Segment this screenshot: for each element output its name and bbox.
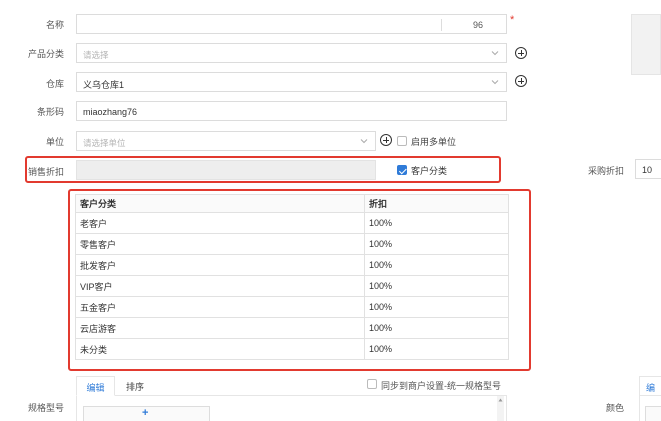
customer-category-cell: 未分类: [75, 338, 365, 360]
discount-cell[interactable]: 100%: [364, 233, 509, 255]
purchase-discount-label: 采购折扣: [588, 166, 625, 176]
tab-sort[interactable]: 排序: [126, 380, 144, 393]
color-edit-panel: [639, 396, 661, 421]
customer-category-checkbox[interactable]: [397, 165, 407, 175]
spec-model-label: 规格型号: [27, 403, 64, 413]
barcode-input[interactable]: miaozhang76: [76, 101, 507, 121]
sync-spec-label: 同步到商户设置-统一规格型号: [381, 381, 501, 391]
category-placeholder: 请选择: [83, 50, 109, 60]
unit-placeholder: 请选择单位: [83, 138, 126, 148]
barcode-value: miaozhang76: [83, 107, 138, 117]
warehouse-select[interactable]: 义乌仓库1: [76, 72, 507, 92]
spec-edit-panel: +: [76, 396, 507, 421]
warehouse-value: 义乌仓库1: [83, 80, 125, 90]
scroll-up-icon: [498, 398, 503, 402]
discount-cell[interactable]: 100%: [364, 338, 509, 360]
customer-category-cell: 批发客户: [75, 254, 365, 276]
plus-icon: +: [142, 407, 149, 419]
add-spec-box[interactable]: +: [83, 406, 210, 421]
purchase-discount-value: 10: [642, 165, 653, 175]
customer-category-cell: 云店游客: [75, 317, 365, 339]
unit-label: 单位: [45, 137, 64, 147]
column-header: 客户分类: [75, 194, 365, 213]
multi-unit-label: 启用多单位: [411, 137, 457, 147]
category-select[interactable]: 请选择: [76, 43, 507, 63]
add-category-icon[interactable]: [515, 47, 527, 59]
scrollbar[interactable]: [497, 396, 504, 421]
discount-table: 客户分类 折扣 老客户 100% 零售客户 100% 批发客户 100% VIP客户 1…: [75, 194, 509, 360]
chevron-down-icon: [491, 80, 499, 85]
purchase-discount-input[interactable]: 10: [635, 159, 661, 179]
column-header: 折扣: [364, 194, 509, 213]
discount-cell[interactable]: 100%: [364, 254, 509, 276]
discount-cell[interactable]: 100%: [364, 212, 509, 234]
customer-category-cell: 老客户: [75, 212, 365, 234]
customer-category-label: 客户分类: [411, 166, 448, 176]
discount-cell[interactable]: 100%: [364, 317, 509, 339]
name-input[interactable]: 96: [76, 14, 507, 34]
table-row: 老客户 100%: [75, 212, 509, 234]
add-warehouse-icon[interactable]: [515, 75, 527, 87]
discount-cell[interactable]: 100%: [364, 296, 509, 318]
customer-category-cell: 零售客户: [75, 233, 365, 255]
tab-edit[interactable]: 编辑: [76, 376, 115, 396]
color-label: 颜色: [606, 403, 625, 413]
table-row: 云店游客 100%: [75, 317, 509, 339]
sales-discount-label: 销售折扣: [27, 167, 64, 177]
category-label: 产品分类: [27, 49, 64, 59]
field-divider: [441, 19, 442, 31]
required-mark: *: [510, 14, 515, 26]
chevron-down-icon: [491, 51, 499, 56]
discount-cell[interactable]: 100%: [364, 275, 509, 297]
customer-category-cell: VIP客户: [75, 275, 365, 297]
customer-category-cell: 五金客户: [75, 296, 365, 318]
warehouse-label: 仓库: [45, 79, 64, 89]
table-row: 批发客户 100%: [75, 254, 509, 276]
chevron-down-icon: [360, 139, 368, 144]
multi-unit-checkbox[interactable]: [397, 136, 407, 146]
sales-discount-input[interactable]: [76, 160, 376, 180]
image-upload-panel[interactable]: [631, 14, 661, 75]
sync-spec-checkbox[interactable]: [367, 379, 377, 389]
add-color-box[interactable]: [645, 406, 661, 421]
table-header-row: 客户分类 折扣: [75, 194, 509, 213]
table-row: 零售客户 100%: [75, 233, 509, 255]
name-label: 名称: [45, 20, 64, 30]
add-unit-icon[interactable]: [380, 134, 392, 146]
barcode-label: 条形码: [36, 107, 64, 117]
color-tab-edit[interactable]: 编: [639, 376, 661, 396]
table-row: 未分类 100%: [75, 338, 509, 360]
table-row: VIP客户 100%: [75, 275, 509, 297]
table-row: 五金客户 100%: [75, 296, 509, 318]
unit-select[interactable]: 请选择单位: [76, 131, 376, 151]
name-length-counter: 96: [473, 20, 484, 30]
